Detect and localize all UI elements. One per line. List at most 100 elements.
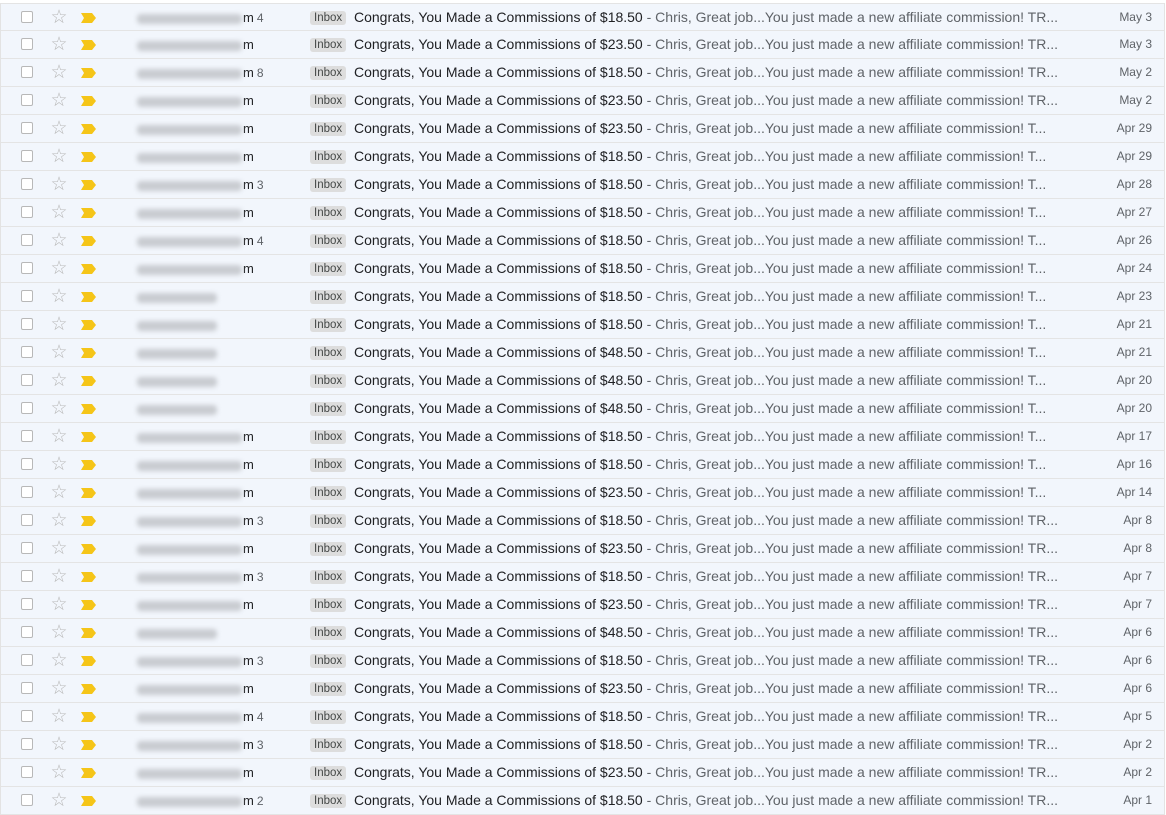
important-marker-icon[interactable] xyxy=(81,152,96,162)
email-row[interactable]: ☆ m 3 Inbox Congrats, You Made a Commissions… xyxy=(1,563,1164,591)
email-row[interactable]: ☆ m Inbox Congrats, You Made a Commissions … xyxy=(1,675,1164,703)
inbox-label[interactable]: Inbox xyxy=(310,486,347,500)
message-preview[interactable]: Congrats, You Made a Commissions of $18.… xyxy=(354,451,1076,478)
message-preview[interactable]: Congrats, You Made a Commissions of $18.… xyxy=(354,563,1076,590)
star-icon[interactable]: ☆ xyxy=(50,255,68,282)
email-row[interactable]: ☆ Inbox Congrats, You Made a Commissions o… xyxy=(1,367,1164,395)
message-preview[interactable]: Congrats, You Made a Commissions of $23.… xyxy=(354,115,1076,142)
inbox-label[interactable]: Inbox xyxy=(310,346,347,360)
message-preview[interactable]: Congrats, You Made a Commissions of $23.… xyxy=(354,87,1076,114)
important-marker-icon[interactable] xyxy=(81,740,96,750)
inbox-label[interactable]: Inbox xyxy=(310,682,347,696)
email-row[interactable]: ☆ m Inbox Congrats, You Made a Commissions … xyxy=(1,199,1164,227)
important-marker-icon[interactable] xyxy=(81,544,96,554)
email-row[interactable]: ☆ Inbox Congrats, You Made a Commissions o… xyxy=(1,311,1164,339)
important-marker-icon[interactable] xyxy=(81,460,96,470)
star-icon[interactable]: ☆ xyxy=(50,675,68,702)
star-icon[interactable]: ☆ xyxy=(50,703,68,730)
star-icon[interactable]: ☆ xyxy=(50,87,68,114)
star-icon[interactable]: ☆ xyxy=(50,171,68,198)
select-checkbox[interactable] xyxy=(21,430,33,442)
email-row[interactable]: ☆ m 3 Inbox Congrats, You Made a Commissions… xyxy=(1,647,1164,675)
email-row[interactable]: ☆ m Inbox Congrats, You Made a Commissions … xyxy=(1,535,1164,563)
important-marker-icon[interactable] xyxy=(81,628,96,638)
important-marker-icon[interactable] xyxy=(81,656,96,666)
star-icon[interactable]: ☆ xyxy=(50,479,68,506)
star-icon[interactable]: ☆ xyxy=(50,59,68,86)
star-icon[interactable]: ☆ xyxy=(50,395,68,422)
message-preview[interactable]: Congrats, You Made a Commissions of $18.… xyxy=(354,255,1076,282)
email-row[interactable]: ☆ m Inbox Congrats, You Made a Commissions … xyxy=(1,451,1164,479)
select-checkbox[interactable] xyxy=(21,458,33,470)
message-preview[interactable]: Congrats, You Made a Commissions of $18.… xyxy=(354,4,1076,31)
star-icon[interactable]: ☆ xyxy=(50,4,68,31)
inbox-label[interactable]: Inbox xyxy=(310,738,347,752)
star-icon[interactable]: ☆ xyxy=(50,423,68,450)
select-checkbox[interactable] xyxy=(21,626,33,638)
inbox-label[interactable]: Inbox xyxy=(310,430,347,444)
message-preview[interactable]: Congrats, You Made a Commissions of $18.… xyxy=(354,59,1076,86)
select-checkbox[interactable] xyxy=(21,598,33,610)
important-marker-icon[interactable] xyxy=(81,96,96,106)
inbox-label[interactable]: Inbox xyxy=(310,710,347,724)
message-preview[interactable]: Congrats, You Made a Commissions of $23.… xyxy=(354,479,1076,506)
inbox-label[interactable]: Inbox xyxy=(310,402,347,416)
email-row[interactable]: ☆ m Inbox Congrats, You Made a Commissions … xyxy=(1,143,1164,171)
select-checkbox[interactable] xyxy=(21,262,33,274)
inbox-label[interactable]: Inbox xyxy=(310,206,347,220)
email-row[interactable]: ☆ m Inbox Congrats, You Made a Commissions … xyxy=(1,87,1164,115)
message-preview[interactable]: Congrats, You Made a Commissions of $18.… xyxy=(354,171,1076,198)
important-marker-icon[interactable] xyxy=(81,404,96,414)
email-row[interactable]: ☆ Inbox Congrats, You Made a Commissions o… xyxy=(1,395,1164,423)
important-marker-icon[interactable] xyxy=(81,796,96,806)
inbox-label[interactable]: Inbox xyxy=(310,654,347,668)
inbox-label[interactable]: Inbox xyxy=(310,38,347,52)
inbox-label[interactable]: Inbox xyxy=(310,374,347,388)
message-preview[interactable]: Congrats, You Made a Commissions of $23.… xyxy=(354,591,1076,618)
important-marker-icon[interactable] xyxy=(81,572,96,582)
email-row[interactable]: ☆ m Inbox Congrats, You Made a Commissions … xyxy=(1,31,1164,59)
inbox-label[interactable]: Inbox xyxy=(310,794,347,808)
inbox-label[interactable]: Inbox xyxy=(310,570,347,584)
select-checkbox[interactable] xyxy=(21,766,33,778)
select-checkbox[interactable] xyxy=(21,374,33,386)
email-row[interactable]: ☆ Inbox Congrats, You Made a Commissions o… xyxy=(1,619,1164,647)
email-row[interactable]: ☆ m 3 Inbox Congrats, You Made a Commissions… xyxy=(1,507,1164,535)
select-checkbox[interactable] xyxy=(21,11,33,23)
select-checkbox[interactable] xyxy=(21,122,33,134)
star-icon[interactable]: ☆ xyxy=(50,227,68,254)
inbox-label[interactable]: Inbox xyxy=(310,318,347,332)
email-row[interactable]: ☆ Inbox Congrats, You Made a Commissions o… xyxy=(1,283,1164,311)
email-row[interactable]: ☆ m Inbox Congrats, You Made a Commissions … xyxy=(1,255,1164,283)
select-checkbox[interactable] xyxy=(21,206,33,218)
select-checkbox[interactable] xyxy=(21,94,33,106)
message-preview[interactable]: Congrats, You Made a Commissions of $23.… xyxy=(354,31,1076,58)
email-row[interactable]: ☆ Inbox Congrats, You Made a Commissions o… xyxy=(1,339,1164,367)
message-preview[interactable]: Congrats, You Made a Commissions of $18.… xyxy=(354,283,1076,310)
select-checkbox[interactable] xyxy=(21,486,33,498)
important-marker-icon[interactable] xyxy=(81,488,96,498)
star-icon[interactable]: ☆ xyxy=(50,199,68,226)
star-icon[interactable]: ☆ xyxy=(50,143,68,170)
message-preview[interactable]: Congrats, You Made a Commissions of $18.… xyxy=(354,199,1076,226)
select-checkbox[interactable] xyxy=(21,318,33,330)
star-icon[interactable]: ☆ xyxy=(50,31,68,58)
inbox-label[interactable]: Inbox xyxy=(310,178,347,192)
message-preview[interactable]: Congrats, You Made a Commissions of $18.… xyxy=(354,143,1076,170)
inbox-label[interactable]: Inbox xyxy=(310,150,347,164)
message-preview[interactable]: Congrats, You Made a Commissions of $48.… xyxy=(354,367,1076,394)
star-icon[interactable]: ☆ xyxy=(50,647,68,674)
email-row[interactable]: ☆ m 3 Inbox Congrats, You Made a Commissions… xyxy=(1,731,1164,759)
message-preview[interactable]: Congrats, You Made a Commissions of $23.… xyxy=(354,675,1076,702)
email-row[interactable]: ☆ m 8 Inbox Congrats, You Made a Commissions… xyxy=(1,59,1164,87)
inbox-label[interactable]: Inbox xyxy=(310,234,347,248)
message-preview[interactable]: Congrats, You Made a Commissions of $18.… xyxy=(354,703,1076,730)
important-marker-icon[interactable] xyxy=(81,712,96,722)
select-checkbox[interactable] xyxy=(21,38,33,50)
important-marker-icon[interactable] xyxy=(81,40,96,50)
important-marker-icon[interactable] xyxy=(81,432,96,442)
message-preview[interactable]: Congrats, You Made a Commissions of $18.… xyxy=(354,507,1076,534)
select-checkbox[interactable] xyxy=(21,570,33,582)
select-checkbox[interactable] xyxy=(21,542,33,554)
important-marker-icon[interactable] xyxy=(81,600,96,610)
